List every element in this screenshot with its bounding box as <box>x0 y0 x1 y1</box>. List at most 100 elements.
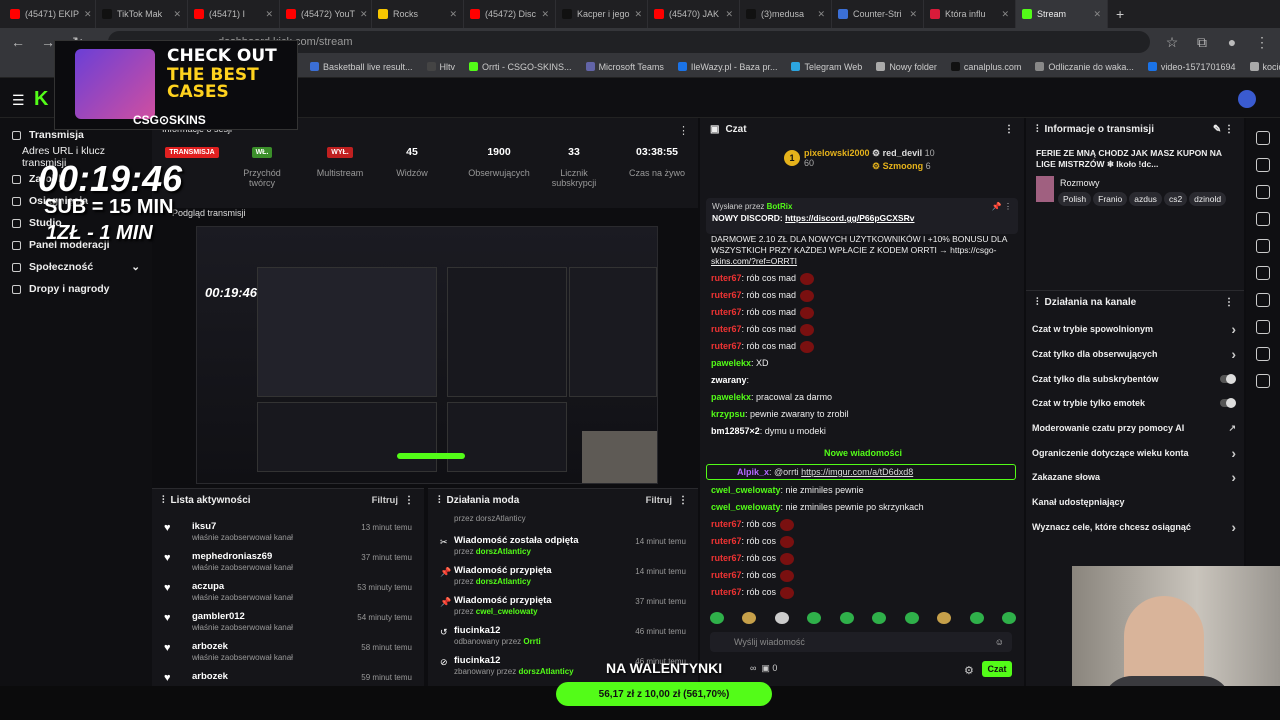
activity-name[interactable]: mephedroniasz69 <box>192 551 272 562</box>
bookmark-item[interactable]: kocica <box>1249 62 1280 72</box>
document-icon[interactable] <box>1256 239 1270 253</box>
back-icon[interactable]: ← <box>10 34 26 50</box>
toggle-switch[interactable] <box>1220 398 1236 409</box>
more-icon[interactable]: ⋮ <box>1224 297 1234 308</box>
stream-tag[interactable]: cs2 <box>1163 192 1188 206</box>
emote-icon[interactable] <box>904 612 919 624</box>
category[interactable]: Rozmowy <box>1060 178 1100 188</box>
bookmark-item[interactable]: Basketball live result... <box>310 62 413 72</box>
chat-username[interactable]: bm12857×2 <box>711 426 760 436</box>
bookmark-item[interactable]: Odliczanie do waka... <box>1035 62 1134 72</box>
toggle-switch[interactable] <box>1220 373 1236 384</box>
stream-tag[interactable]: Franio <box>1093 192 1128 206</box>
channel-action[interactable]: Wyznacz cele, które chcesz osiągnąć › <box>1026 515 1244 540</box>
channel-action[interactable]: Czat w trybie spowolnionym › <box>1026 317 1244 342</box>
chat-username[interactable]: krzypsu <box>711 409 745 419</box>
close-icon[interactable]: ✕ <box>84 9 92 20</box>
browser-tab[interactable]: (45472) Disc ✕ <box>464 0 556 28</box>
bookmark-item[interactable]: Telegram Web <box>791 62 862 72</box>
chat-username[interactable]: ruter67 <box>711 341 742 351</box>
browser-tab[interactable]: (45471) EKIP ✕ <box>4 0 96 28</box>
bookmark-item[interactable]: Hltv <box>426 62 455 72</box>
close-icon[interactable]: ✕ <box>635 9 643 20</box>
bookmark-star-icon[interactable]: ☆ <box>1164 34 1180 51</box>
tools-icon[interactable] <box>1256 347 1270 361</box>
mod-user[interactable]: dorszAtlanticy <box>519 667 574 676</box>
browser-tab[interactable]: Stream ✕ <box>1016 0 1108 28</box>
chat-input[interactable]: Wyślij wiadomość ☺ <box>710 632 1012 652</box>
close-icon[interactable]: ✕ <box>1093 9 1101 20</box>
emote-picker-icon[interactable]: ☺ <box>995 637 1004 647</box>
stream-tag[interactable]: Polish <box>1058 192 1092 206</box>
close-icon[interactable]: ✕ <box>449 9 457 20</box>
channel-action[interactable]: Ograniczenie dotyczące wieku konta › <box>1026 440 1244 465</box>
creator-toggle[interactable]: WŁ. <box>251 147 273 158</box>
hamburger-icon[interactable]: ☰ <box>12 92 25 109</box>
browser-tab[interactable]: Rocks ✕ <box>372 0 464 28</box>
chat-username[interactable]: cwel_cwelowaty <box>711 502 781 512</box>
chat-username[interactable]: ruter67 <box>711 587 742 597</box>
more-icon[interactable]: ⋮ <box>1004 124 1014 135</box>
avatar[interactable] <box>1238 90 1256 108</box>
emote-icon[interactable] <box>710 612 724 624</box>
browser-tab[interactable]: (3)medusa ✕ <box>740 0 832 28</box>
bookmark-item[interactable]: canalplus.com <box>950 62 1021 72</box>
broadcast-icon[interactable] <box>1256 293 1270 307</box>
bookmark-item[interactable]: Microsoft Teams <box>585 62 664 72</box>
close-icon[interactable]: ✕ <box>725 9 733 20</box>
multistream-toggle[interactable]: WYŁ. <box>327 147 353 158</box>
mod-user[interactable]: Orrti <box>523 637 540 646</box>
channel-action[interactable]: Czat w trybie tylko emotek <box>1026 391 1244 416</box>
activity-name[interactable]: arbozek <box>192 671 228 682</box>
chat-username[interactable]: cwel_cwelowaty <box>711 485 781 495</box>
browser-tab[interactable]: Kacper i jego ✕ <box>556 0 648 28</box>
browser-tab[interactable]: Która influ ✕ <box>924 0 1016 28</box>
chat-bubble-icon[interactable] <box>1256 266 1270 280</box>
browser-tab[interactable]: (45471) I ✕ <box>188 0 280 28</box>
kick-logo[interactable]: K <box>34 88 48 111</box>
browser-tab[interactable]: (45472) YouT ✕ <box>280 0 372 28</box>
emote-icon[interactable] <box>1001 612 1016 624</box>
mod-user[interactable]: cwel_cwelowaty <box>476 607 538 616</box>
emote-icon[interactable] <box>937 612 952 624</box>
more-icon[interactable]: ⋮ <box>678 495 688 506</box>
close-icon[interactable]: ✕ <box>173 9 181 20</box>
close-icon[interactable]: ✕ <box>817 9 825 20</box>
settings-icon[interactable]: ⚙ <box>964 664 974 677</box>
browser-tab[interactable]: Counter-Stri ✕ <box>832 0 924 28</box>
activity-name[interactable]: gambler012 <box>192 611 245 622</box>
camera-icon[interactable] <box>1256 185 1270 199</box>
bolt-icon[interactable] <box>1256 212 1270 226</box>
browser-tab[interactable]: TikTok Mak ✕ <box>96 0 188 28</box>
chat-username[interactable]: ruter67 <box>711 324 742 334</box>
channel-action[interactable]: Kanał udostępniający <box>1026 490 1244 515</box>
close-icon[interactable]: ✕ <box>909 9 917 20</box>
stream-tag[interactable]: azdus <box>1129 192 1162 206</box>
close-icon[interactable]: ✕ <box>360 9 368 20</box>
bookmark-item[interactable]: video-1571701694 <box>1147 62 1236 72</box>
emote-icon[interactable] <box>742 612 757 624</box>
channel-action[interactable]: Moderowanie czatu przy pomocy AI ↗ <box>1026 416 1244 441</box>
channel-action[interactable]: Czat tylko dla obserwujących › <box>1026 342 1244 367</box>
chat-username[interactable]: pawelekx <box>711 392 751 402</box>
emote-icon[interactable] <box>774 612 789 624</box>
activity-name[interactable]: iksu7 <box>192 521 216 532</box>
browser-tab[interactable]: (45470) JAK ✕ <box>648 0 740 28</box>
chat-username[interactable]: ruter67 <box>711 553 742 563</box>
mod-user[interactable]: dorszAtlanticy <box>476 577 531 586</box>
pin-icon[interactable]: 📌 ⋮ <box>992 202 1012 211</box>
chat-username[interactable]: ruter67 <box>711 570 742 580</box>
chat-username[interactable]: ruter67 <box>711 273 742 283</box>
menu-icon[interactable]: ⋮ <box>1254 34 1270 51</box>
stream-tag[interactable]: dzinold <box>1189 192 1227 206</box>
profile-icon[interactable]: ● <box>1224 34 1240 50</box>
channel-action[interactable]: Zakazane słowa › <box>1026 465 1244 490</box>
bookmark-item[interactable]: IleWazy.pl - Baza pr... <box>677 62 777 72</box>
chat-username[interactable]: ruter67 <box>711 290 742 300</box>
activity-name[interactable]: aczupa <box>192 581 224 592</box>
chat-username[interactable]: zwarany <box>711 375 747 385</box>
mod-user[interactable]: dorszAtlanticy <box>476 547 531 556</box>
sidebar-item[interactable]: Społeczność ⌄ <box>0 256 152 278</box>
emote-icon[interactable] <box>872 612 887 624</box>
chat-username[interactable]: ruter67 <box>711 307 742 317</box>
